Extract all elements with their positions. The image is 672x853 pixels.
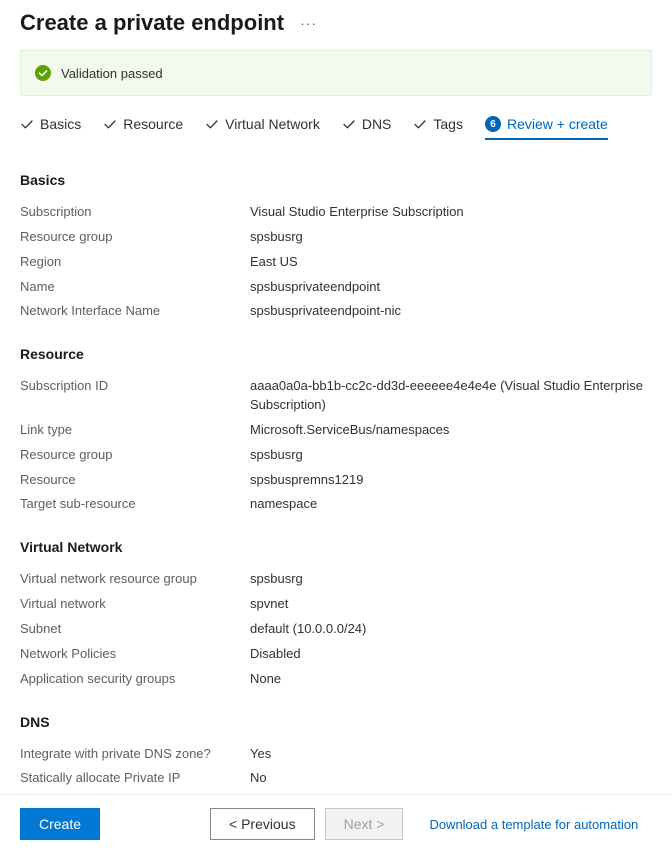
next-button: Next > bbox=[325, 808, 404, 840]
wizard-tabs: Basics Resource Virtual Network DNS Tags… bbox=[0, 116, 672, 140]
field-value: Visual Studio Enterprise Subscription bbox=[250, 203, 464, 222]
field-label: Application security groups bbox=[20, 670, 250, 689]
checkmark-icon bbox=[103, 117, 117, 131]
field-label: Integrate with private DNS zone? bbox=[20, 745, 250, 764]
create-button[interactable]: Create bbox=[20, 808, 100, 840]
field-label: Name bbox=[20, 278, 250, 297]
checkmark-icon bbox=[413, 117, 427, 131]
field-value: spsbusrg bbox=[250, 446, 303, 465]
field-label: Virtual network resource group bbox=[20, 570, 250, 589]
validation-text: Validation passed bbox=[61, 66, 163, 81]
tab-basics[interactable]: Basics bbox=[20, 116, 81, 140]
field-label: Statically allocate Private IP bbox=[20, 769, 250, 788]
field-label: Resource bbox=[20, 471, 250, 490]
field-label: Network Interface Name bbox=[20, 302, 250, 321]
field-value: default (10.0.0.0/24) bbox=[250, 620, 366, 639]
previous-button[interactable]: < Previous bbox=[210, 808, 315, 840]
field-label: Virtual network bbox=[20, 595, 250, 614]
field-value: No bbox=[250, 769, 267, 788]
page-title: Create a private endpoint bbox=[20, 10, 284, 36]
field-value: spsbusrg bbox=[250, 228, 303, 247]
tab-review-create[interactable]: 6 Review + create bbox=[485, 116, 608, 140]
checkmark-icon bbox=[20, 117, 34, 131]
field-value: spsbusprivateendpoint-nic bbox=[250, 302, 401, 321]
field-value: spvnet bbox=[250, 595, 288, 614]
validation-banner: Validation passed bbox=[20, 50, 652, 96]
field-label: Region bbox=[20, 253, 250, 272]
field-label: Subscription ID bbox=[20, 377, 250, 415]
step-number-icon: 6 bbox=[485, 116, 501, 132]
tab-resource[interactable]: Resource bbox=[103, 116, 183, 140]
field-label: Link type bbox=[20, 421, 250, 440]
field-value: spsbuspremns1219 bbox=[250, 471, 363, 490]
field-value: namespace bbox=[250, 495, 317, 514]
field-label: Network Policies bbox=[20, 645, 250, 664]
field-label: Subscription bbox=[20, 203, 250, 222]
section-resource: Resource Subscription IDaaaa0a0a-bb1b-cc… bbox=[20, 346, 652, 517]
field-value: Yes bbox=[250, 745, 271, 764]
field-label: Subnet bbox=[20, 620, 250, 639]
field-label: Target sub-resource bbox=[20, 495, 250, 514]
review-content: Basics SubscriptionVisual Studio Enterpr… bbox=[0, 140, 672, 841]
field-value: spsbusrg bbox=[250, 570, 303, 589]
tab-dns[interactable]: DNS bbox=[342, 116, 392, 140]
page-header: Create a private endpoint ··· bbox=[0, 0, 672, 50]
tab-virtual-network[interactable]: Virtual Network bbox=[205, 116, 320, 140]
section-basics: Basics SubscriptionVisual Studio Enterpr… bbox=[20, 172, 652, 324]
section-title: Basics bbox=[20, 172, 652, 188]
field-value: East US bbox=[250, 253, 298, 272]
field-value: aaaa0a0a-bb1b-cc2c-dd3d-eeeeee4e4e4e (Vi… bbox=[250, 377, 652, 415]
field-label: Resource group bbox=[20, 446, 250, 465]
field-value: Disabled bbox=[250, 645, 301, 664]
field-label: Resource group bbox=[20, 228, 250, 247]
checkmark-icon bbox=[342, 117, 356, 131]
section-virtual-network: Virtual Network Virtual network resource… bbox=[20, 539, 652, 691]
section-title: Virtual Network bbox=[20, 539, 652, 555]
wizard-footer: Create < Previous Next > Download a temp… bbox=[0, 794, 672, 853]
more-icon[interactable]: ··· bbox=[300, 15, 317, 31]
section-title: Resource bbox=[20, 346, 652, 362]
tab-tags[interactable]: Tags bbox=[413, 116, 463, 140]
field-value: spsbusprivateendpoint bbox=[250, 278, 380, 297]
field-value: None bbox=[250, 670, 281, 689]
section-title: DNS bbox=[20, 714, 652, 730]
field-value: Microsoft.ServiceBus/namespaces bbox=[250, 421, 449, 440]
checkmark-icon bbox=[205, 117, 219, 131]
download-template-link[interactable]: Download a template for automation bbox=[429, 817, 638, 832]
success-icon bbox=[35, 65, 51, 81]
